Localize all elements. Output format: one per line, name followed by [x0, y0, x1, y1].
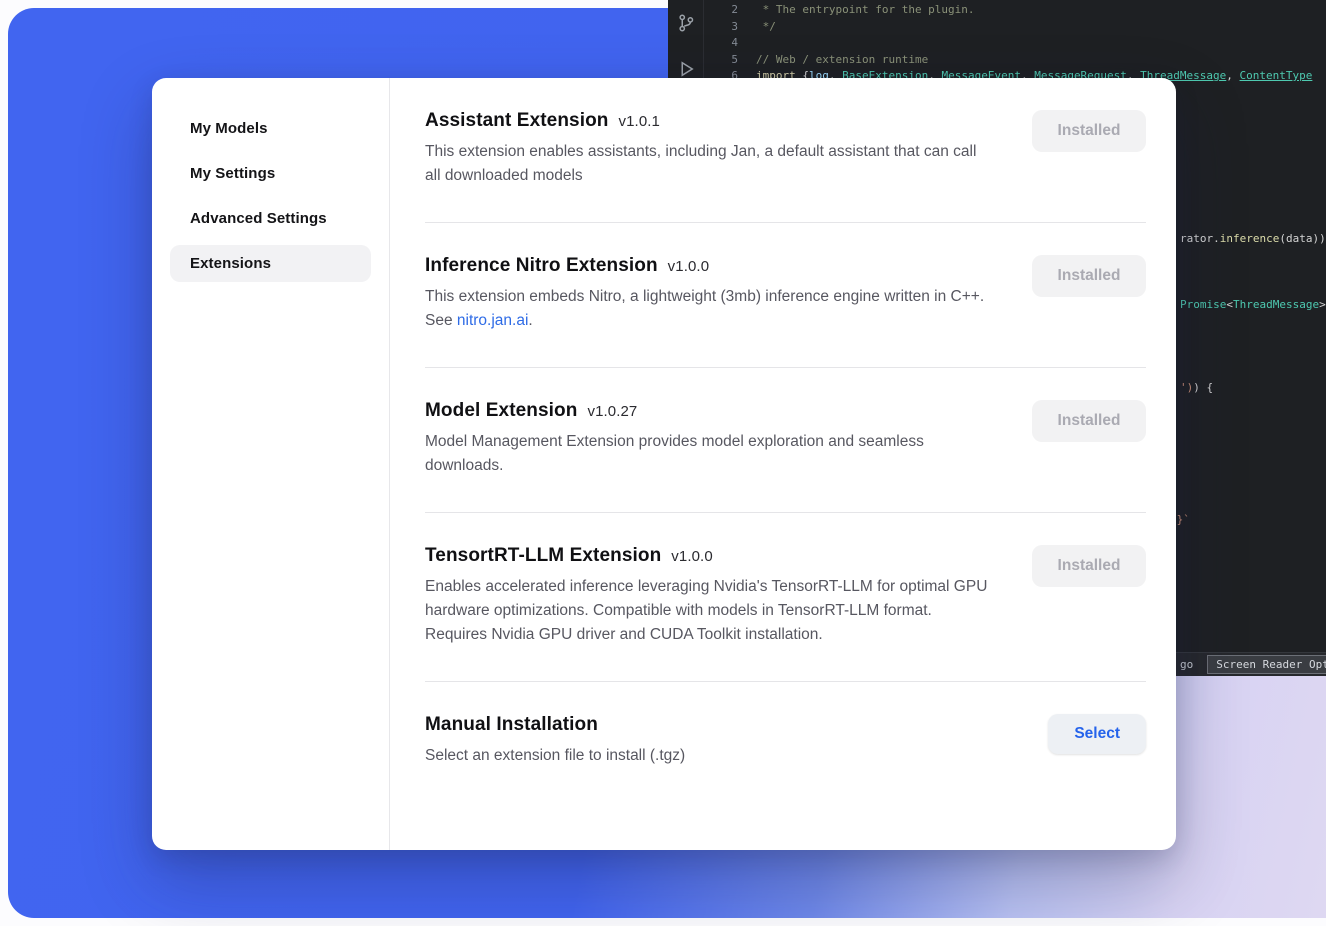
extension-row-tensorrt: TensortRT-LLM Extension v1.0.0 Enables a…: [425, 513, 1146, 682]
installed-button[interactable]: Installed: [1032, 255, 1146, 297]
code-token: <: [1226, 298, 1233, 311]
extension-description: This extension embeds Nitro, a lightweig…: [425, 285, 995, 333]
code-token: (data));: [1279, 232, 1326, 245]
extension-version: v1.0.1: [619, 113, 660, 130]
code-token: ContentType: [1240, 68, 1313, 85]
code-fragment: Promise<ThreadMessage>: [1180, 297, 1326, 312]
manual-installation-title: Manual Installation: [425, 714, 685, 736]
sidebar-item-my-settings[interactable]: My Settings: [170, 155, 371, 192]
extension-title: Model Extension v1.0.27: [425, 400, 995, 422]
manual-installation-row: Manual Installation Select an extension …: [425, 682, 1146, 768]
code-line: 3 */: [704, 19, 1326, 36]
desktop: 2 * The entrypoint for the plugin.3 */45…: [0, 0, 1326, 926]
code-line: 2 * The entrypoint for the plugin.: [704, 2, 1326, 19]
extension-row-assistant: Assistant Extension v1.0.1 This extensio…: [425, 78, 1146, 223]
extension-text: Assistant Extension v1.0.1 This extensio…: [425, 110, 995, 188]
sidebar-item-extensions[interactable]: Extensions: [170, 245, 371, 282]
code-token: // Web / extension runtime: [756, 52, 928, 69]
run-debug-icon[interactable]: [675, 58, 697, 80]
extension-title: Inference Nitro Extension v1.0.0: [425, 255, 995, 277]
code-token: ) {: [1193, 381, 1213, 394]
code-token: * The entrypoint for the plugin.: [756, 2, 975, 19]
extension-name: Model Extension: [425, 400, 577, 422]
code-token: */: [756, 19, 776, 36]
extension-name: TensortRT-LLM Extension: [425, 545, 661, 567]
sidebar-item-advanced-settings[interactable]: Advanced Settings: [170, 200, 371, 237]
sidebar-item-my-models[interactable]: My Models: [170, 110, 371, 147]
line-number: 4: [704, 35, 738, 52]
description-text: .: [528, 312, 532, 329]
settings-sidebar: My Models My Settings Advanced Settings …: [152, 78, 390, 850]
extension-name: Assistant Extension: [425, 110, 609, 132]
extension-description: Enables accelerated inference leveraging…: [425, 575, 995, 647]
extension-name: Manual Installation: [425, 714, 598, 736]
code-token: rator.: [1180, 232, 1220, 245]
extension-text: Inference Nitro Extension v1.0.0 This ex…: [425, 255, 995, 333]
code-line: 5 // Web / extension runtime: [704, 52, 1326, 69]
extension-description: Model Management Extension provides mode…: [425, 430, 995, 478]
extension-title: TensortRT-LLM Extension v1.0.0: [425, 545, 995, 567]
code-area: 2 * The entrypoint for the plugin.3 */45…: [704, 2, 1326, 85]
line-number: 2: [704, 2, 738, 19]
extension-name: Inference Nitro Extension: [425, 255, 658, 277]
extension-row-nitro: Inference Nitro Extension v1.0.0 This ex…: [425, 223, 1146, 368]
installed-button[interactable]: Installed: [1032, 400, 1146, 442]
code-fragment: rator.inference(data));: [1180, 231, 1326, 246]
code-token: inference: [1220, 232, 1280, 245]
code-fragment: ')) {: [1180, 380, 1213, 395]
extension-version: v1.0.0: [668, 258, 709, 275]
extension-version: v1.0.0: [671, 548, 712, 565]
extensions-list: Assistant Extension v1.0.1 This extensio…: [390, 78, 1176, 850]
code-line: 4: [704, 35, 1326, 52]
code-token: ,: [1226, 68, 1239, 85]
code-token: >: [1319, 298, 1326, 311]
status-bar-text: go: [1180, 658, 1193, 671]
line-number: 3: [704, 19, 738, 36]
select-extension-file-button[interactable]: Select: [1048, 714, 1146, 754]
nitro-jan-ai-link[interactable]: nitro.jan.ai: [457, 312, 529, 329]
extension-description: This extension enables assistants, inclu…: [425, 140, 995, 188]
installed-button[interactable]: Installed: [1032, 110, 1146, 152]
installed-button[interactable]: Installed: [1032, 545, 1146, 587]
line-number: 5: [704, 52, 738, 69]
extension-title: Assistant Extension v1.0.1: [425, 110, 995, 132]
code-token: Promise: [1180, 298, 1226, 311]
screen-reader-badge[interactable]: Screen Reader Optimized: [1207, 655, 1326, 674]
extension-row-model: Model Extension v1.0.27 Model Management…: [425, 368, 1146, 513]
extension-text: Model Extension v1.0.27 Model Management…: [425, 400, 995, 478]
manual-installation-description: Select an extension file to install (.tg…: [425, 744, 685, 768]
code-token: '): [1180, 381, 1193, 394]
source-control-icon[interactable]: [675, 12, 697, 34]
settings-modal: My Models My Settings Advanced Settings …: [152, 78, 1176, 850]
extension-text: TensortRT-LLM Extension v1.0.0 Enables a…: [425, 545, 995, 647]
extension-text: Manual Installation Select an extension …: [425, 714, 685, 768]
code-token: ThreadMessage: [1233, 298, 1319, 311]
extension-version: v1.0.27: [587, 403, 637, 420]
